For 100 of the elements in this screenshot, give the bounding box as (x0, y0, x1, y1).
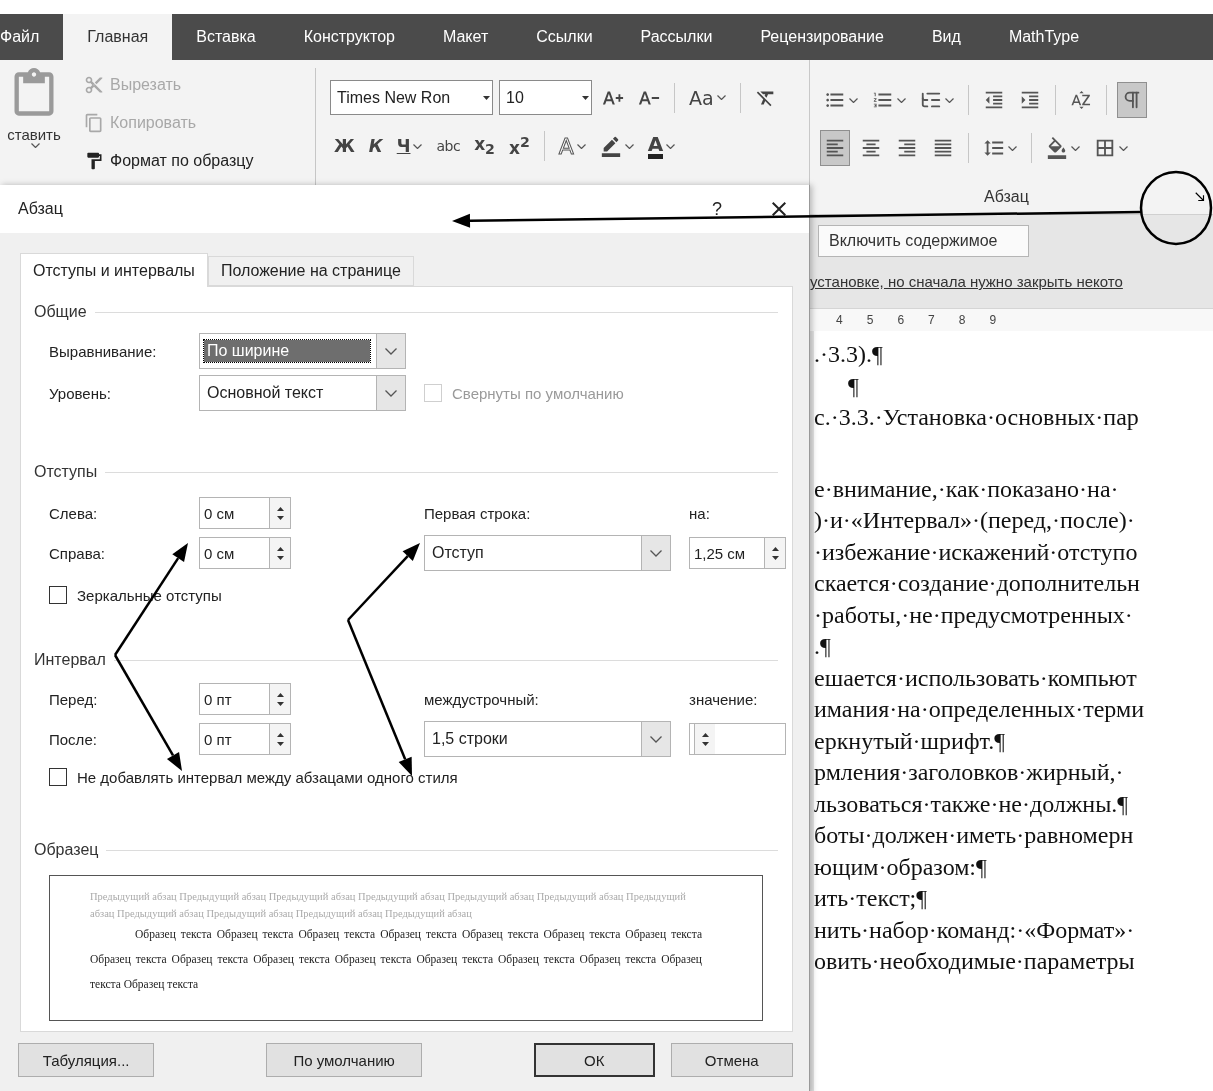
dialog-title: Абзац (18, 200, 64, 218)
ribbon-tab[interactable]: MathType (984, 14, 1104, 60)
ribbon-tab[interactable]: Конструктор (279, 14, 419, 60)
up-arrow-icon (276, 692, 284, 697)
document-text-line: льзоваться·также·не·должны.¶ (814, 790, 1129, 817)
format-button[interactable]: x$_{2}$ (470, 131, 499, 161)
document-text-line: .¶ (814, 633, 831, 659)
document-text-line: нить·набор·команд:·«Формат»· (814, 916, 1135, 943)
dialog-button[interactable]: Отмена (670, 1043, 793, 1077)
enable-content-button[interactable]: Включить содержимое (818, 225, 1029, 257)
document-text-line: .·3.3).¶ (814, 341, 883, 367)
caret-icon (624, 143, 634, 149)
dialog-tab[interactable]: Положение на странице (207, 256, 414, 286)
chevron-down-icon (650, 735, 662, 743)
field-label: Выравнивание: (49, 342, 158, 360)
up-arrow-icon (701, 732, 709, 737)
document-text-line: ¶ (848, 372, 859, 399)
spin-field[interactable]: 1,25 см (689, 537, 786, 569)
spin-field[interactable] (689, 723, 786, 755)
clipboard-command[interactable]: Формат по образцу (84, 146, 254, 176)
field-label: Слева: (49, 504, 99, 522)
dialog-tab[interactable]: Отступы и интервалы (20, 253, 208, 287)
dropdown[interactable]: Основной текст (199, 375, 406, 411)
font-size-dropdown[interactable]: 10 (499, 80, 592, 115)
dialog-button[interactable]: По умолчанию (266, 1043, 423, 1077)
document-text-line: рмления·заголовков·жирный,· (814, 759, 1124, 785)
document-text-line: еркнутый·шрифт.¶ (814, 727, 1006, 754)
dropdown-value: 1,5 строки (431, 729, 509, 749)
spin-buttons[interactable] (764, 538, 785, 568)
document-text-line: ·работы,·не·предусмотренных· (814, 601, 1133, 628)
format-button[interactable]: К (364, 131, 387, 161)
dropdown[interactable]: 1,5 строки (424, 721, 671, 757)
font-name-dropdown[interactable]: Times New Ron (330, 80, 493, 115)
format-button[interactable]: abc (432, 131, 465, 161)
dropdown-value: Основной текст (206, 383, 325, 403)
paste-button[interactable]: ставить (7, 68, 61, 148)
format-button[interactable]: A (554, 131, 590, 161)
spin-buttons[interactable] (269, 684, 290, 714)
field-label: на: (689, 504, 711, 522)
preview-previous-text: Предыдущий абзац Предыдущий абзац Предыдущий абзац Предыдущий абзац Предыдущий абзац Предыдущий абзац Предыдущий абзац Предыдущий абзац Предыдущий абзац Предыдущий абзац Предыдущий абзац (90, 890, 687, 921)
scissors-icon (84, 75, 104, 95)
dropdown-value: По ширине (204, 340, 370, 362)
line-spacing-icon (983, 137, 1005, 159)
dropdown[interactable]: По ширине (199, 333, 406, 369)
ribbon-tab[interactable]: Рассылки (616, 14, 737, 60)
ruler-number: 5 (866, 313, 874, 327)
caret-icon (582, 95, 589, 100)
down-arrow-icon (276, 555, 284, 560)
section-title: Отступы (34, 463, 98, 481)
message-link[interactable]: установке, но сначала нужно закрыть некото (810, 267, 1213, 290)
paragraph-button[interactable] (1117, 82, 1147, 118)
paste-label: ставить (7, 126, 61, 143)
ribbon-tab[interactable]: Макет (418, 14, 513, 60)
format-button[interactable]: Ч (392, 131, 427, 161)
format-button[interactable]: x$^{2}$ (504, 131, 534, 161)
document-text-line: с.·3.3.·Установка·основных·пар (814, 404, 1139, 430)
spin-field[interactable]: 0 см (199, 497, 291, 529)
borders-icon (1094, 137, 1116, 159)
field-label: междустрочный: (424, 690, 540, 708)
spin-buttons[interactable] (269, 538, 290, 568)
document-text-line: имания·на·определенных·терми (814, 696, 1144, 722)
ribbon-tab[interactable]: Главная (63, 14, 173, 60)
spin-buttons[interactable] (269, 724, 290, 754)
paragraph-button[interactable] (820, 130, 850, 166)
ribbon-tab[interactable]: Вид (907, 14, 985, 60)
field-label: Первая строка: (424, 504, 532, 522)
caret-icon (576, 143, 586, 149)
ribbon-tab[interactable]: Вставка (172, 14, 280, 60)
checkbox[interactable] (49, 768, 67, 786)
dialog-launcher-icon[interactable] (1193, 190, 1207, 204)
format-button[interactable]: Aa (685, 82, 730, 113)
dropdown[interactable]: Отступ (424, 535, 671, 571)
caret-icon (413, 143, 423, 149)
spin-field[interactable]: 0 см (199, 537, 291, 569)
format-button[interactable]: Ж (330, 131, 359, 161)
ruler-number: 7 (928, 313, 935, 327)
section-title: Интервал (34, 651, 106, 669)
spin-buttons[interactable] (694, 724, 715, 754)
document-text-line: ющим·образом:¶ (814, 853, 987, 880)
ribbon-tab[interactable]: Файл (0, 14, 64, 60)
align-center-icon (860, 137, 882, 159)
ribbon-tab[interactable]: Рецензирование (736, 14, 908, 60)
document-text-line: боты·должен·иметь·равномерн (814, 822, 1134, 848)
font-color-button[interactable]: A (643, 131, 680, 161)
highlighter-icon (599, 135, 622, 157)
up-arrow-icon (276, 546, 284, 551)
ribbon-tab[interactable]: Ссылки (512, 14, 617, 60)
dialog-button[interactable]: Табуляция... (18, 1043, 155, 1077)
dialog-button[interactable]: ОК (534, 1043, 655, 1077)
group-title: Абзац (983, 188, 1030, 206)
spin-buttons[interactable] (269, 498, 290, 528)
chevron-down-icon (385, 347, 397, 355)
ruler-number: 8 (958, 313, 966, 327)
checkbox[interactable] (49, 586, 67, 604)
up-arrow-icon (771, 546, 779, 551)
caret-icon (897, 97, 906, 103)
spin-field[interactable]: 0 пт (199, 723, 291, 755)
spin-field[interactable]: 0 пт (199, 683, 291, 715)
document-text-line: скается·создание·дополнительн (814, 570, 1140, 596)
help-button[interactable]: ? (697, 197, 737, 221)
